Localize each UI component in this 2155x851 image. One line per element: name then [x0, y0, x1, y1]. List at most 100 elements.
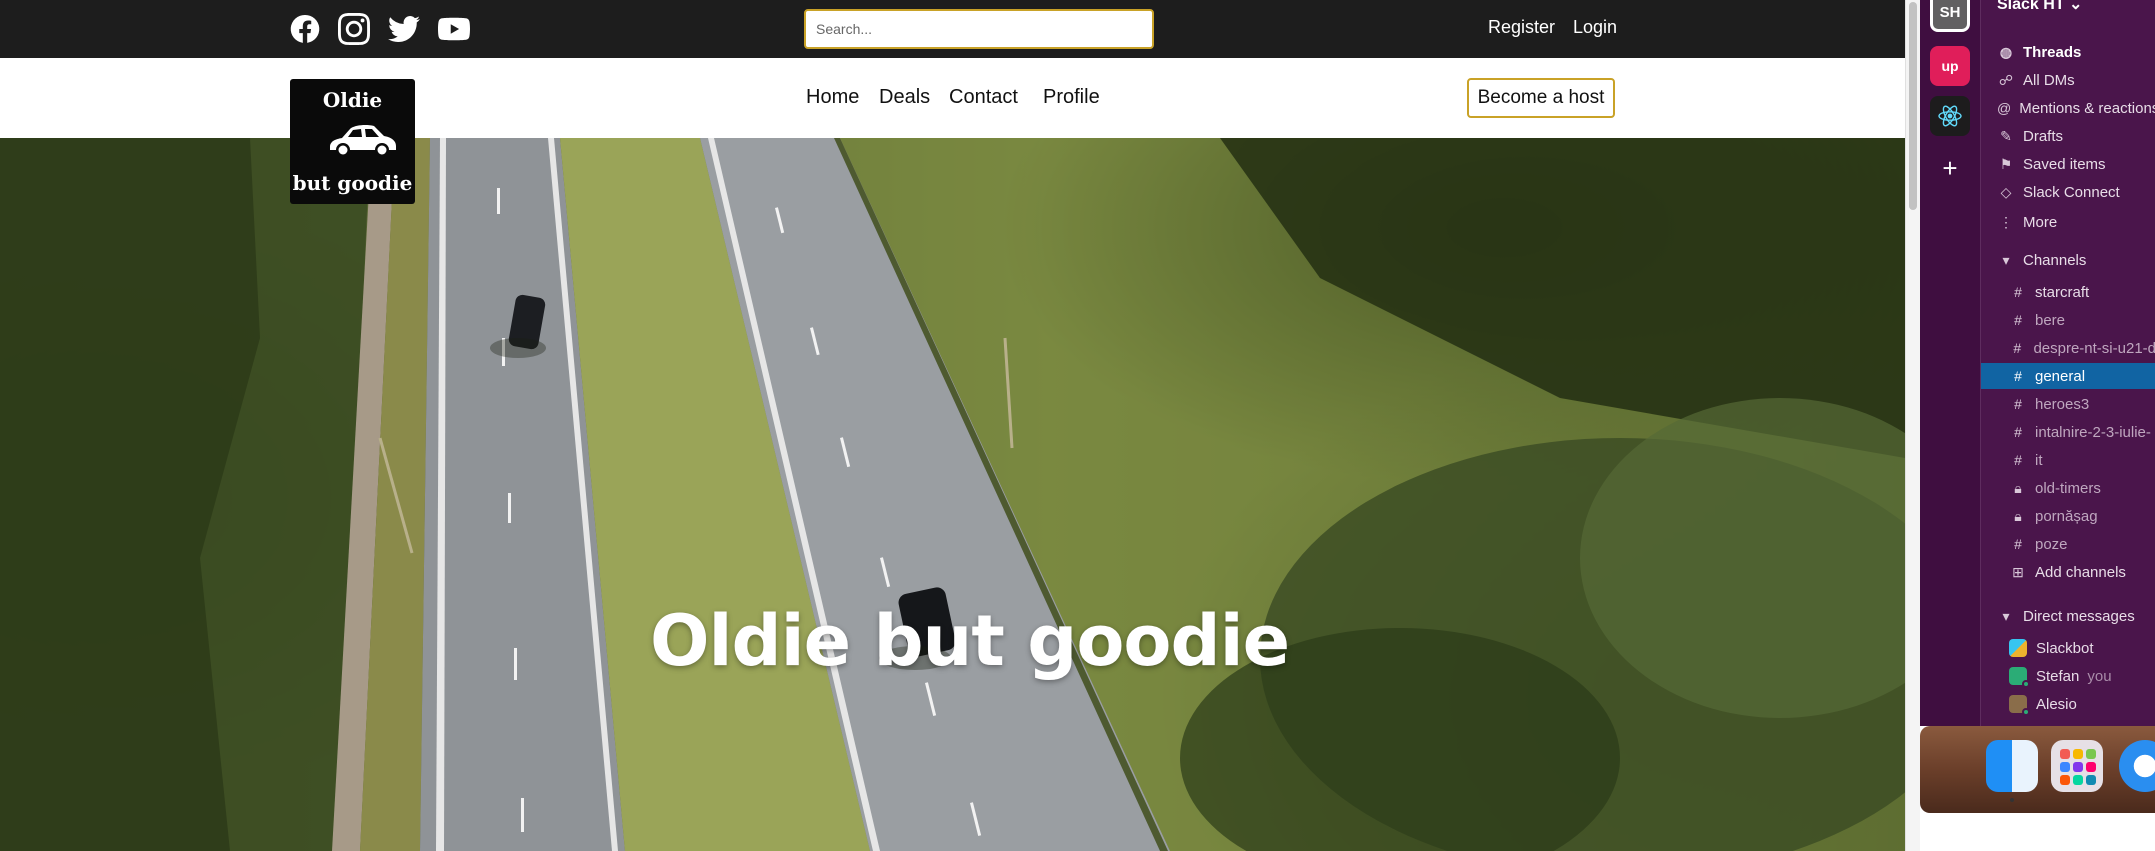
plus-icon: ⊞	[2012, 563, 2024, 580]
logo-line-1: Oldie	[322, 88, 383, 112]
channel-pornasag[interactable]: 🔒︎ pornășag	[1981, 503, 2155, 529]
workspace-react-button[interactable]	[1930, 96, 1970, 136]
nav-deals[interactable]: Deals	[879, 86, 930, 109]
channel-heroes3[interactable]: # heroes3	[1981, 391, 2155, 417]
screen: Register Login Oldie but goodie Home Dea…	[0, 0, 2155, 851]
channel-intalnire[interactable]: # intalnire-2-3-iulie-	[1981, 419, 2155, 445]
lock-icon: 🔒︎	[2014, 479, 2022, 496]
add-channels-label: Add channels	[2035, 563, 2126, 581]
dm-name: Stefan	[2036, 667, 2080, 685]
workspace-name-label: Slack HT	[1997, 0, 2065, 13]
sidebar-item-label: More	[2023, 213, 2058, 231]
dms-icon: ☍	[1998, 71, 2014, 88]
sidebar-item-label: Threads	[2023, 43, 2082, 61]
dm-stefan[interactable]: Stefan you	[1981, 663, 2155, 689]
sidebar-item-slack-connect[interactable]: ◇ Slack Connect	[1981, 179, 2155, 205]
channel-name: pornășag	[2035, 507, 2098, 525]
channel-name: general	[2035, 367, 2086, 385]
site-logo[interactable]: Oldie but goodie	[290, 79, 415, 204]
top-bar: Register Login	[0, 0, 1905, 58]
slack-sidebar: Slack HT ⌄ ◍ Threads ☍ All DMs @ Mentions &…	[1980, 0, 2155, 726]
drafts-icon: ✎	[2000, 127, 2012, 144]
hero-title: Oldie but goodie	[650, 600, 1290, 682]
sidebar-item-drafts[interactable]: ✎ Drafts	[1981, 123, 2155, 149]
sidebar-item-label: Saved items	[2023, 155, 2106, 173]
nav-profile[interactable]: Profile	[1043, 86, 1100, 109]
become-host-button[interactable]: Become a host	[1467, 78, 1615, 118]
workspace-up-button[interactable]: up	[1930, 46, 1970, 86]
add-workspace-button[interactable]: +	[1930, 148, 1970, 188]
hash-icon: #	[2014, 424, 2022, 440]
threads-icon: ◍	[1999, 43, 2013, 60]
channel-starcraft[interactable]: # starcraft	[1981, 279, 2155, 305]
sidebar-item-more[interactable]: ⋮ More	[1981, 209, 2155, 235]
macos-dock	[1920, 726, 2155, 813]
dm-slackbot[interactable]: Slackbot	[1981, 635, 2155, 661]
browser-scrollbar[interactable]	[1905, 0, 1920, 851]
you-label: you	[2087, 667, 2112, 685]
channel-it[interactable]: # it	[1981, 447, 2155, 473]
sidebar-item-threads[interactable]: ◍ Threads	[1981, 39, 2155, 65]
search-input[interactable]	[804, 9, 1154, 49]
channel-despre[interactable]: # despre-nt-si-u21-d	[1981, 335, 2155, 361]
react-icon	[1938, 105, 1962, 127]
running-indicator	[2010, 798, 2014, 802]
channel-name: starcraft	[2035, 283, 2090, 301]
hash-icon: #	[2014, 536, 2022, 552]
section-label: Direct messages	[2023, 607, 2135, 625]
online-status-dot	[2022, 708, 2030, 716]
desktop-strip	[1920, 813, 2155, 851]
sidebar-item-all-dms[interactable]: ☍ All DMs	[1981, 67, 2155, 93]
online-status-dot	[2022, 680, 2030, 688]
workspace-up-label: up	[1941, 58, 1959, 74]
lock-icon: 🔒︎	[2014, 507, 2022, 524]
scrollbar-thumb[interactable]	[1909, 2, 1917, 210]
caret-down-icon: ▾	[2002, 607, 2010, 624]
dm-name: Slackbot	[2036, 639, 2094, 657]
hero-background-image	[0, 138, 1905, 851]
channels-section-header[interactable]: ▾ Channels	[1981, 247, 2155, 273]
facebook-icon[interactable]	[288, 12, 322, 46]
logo-line-2: but goodie	[292, 171, 413, 195]
workspace-sh-button[interactable]: SH	[1930, 0, 1970, 32]
dm-alesio[interactable]: Alesio	[1981, 691, 2155, 717]
channel-name: bere	[2035, 311, 2066, 329]
add-channels-button[interactable]: ⊞ Add channels	[1981, 559, 2155, 585]
website-viewport: Register Login Oldie but goodie Home Dea…	[0, 0, 1905, 851]
hash-icon: #	[2014, 312, 2022, 328]
mentions-icon: @	[1997, 100, 2012, 116]
sidebar-item-label: Mentions & reactions	[2019, 99, 2155, 117]
more-icon: ⋮	[1999, 213, 2013, 230]
avatar	[2009, 695, 2030, 716]
launchpad-icon[interactable]	[2051, 740, 2103, 792]
nav-home[interactable]: Home	[806, 86, 859, 109]
channel-name: heroes3	[2035, 395, 2090, 413]
youtube-icon[interactable]	[437, 12, 471, 46]
channel-bere[interactable]: # bere	[1981, 307, 2155, 333]
channel-name: poze	[2035, 535, 2068, 553]
channel-name: it	[2035, 451, 2043, 469]
hash-icon: #	[2014, 284, 2022, 300]
sidebar-item-label: All DMs	[2023, 71, 2075, 89]
sidebar-item-mentions[interactable]: @ Mentions & reactions	[1981, 95, 2155, 121]
dm-section-header[interactable]: ▾ Direct messages	[1981, 603, 2155, 629]
instagram-icon[interactable]	[337, 12, 371, 46]
register-link[interactable]: Register	[1488, 17, 1555, 38]
twitter-icon[interactable]	[387, 12, 421, 46]
section-label: Channels	[2023, 251, 2087, 269]
channel-general[interactable]: # general	[1981, 363, 2155, 389]
safari-icon[interactable]	[2119, 740, 2155, 792]
caret-down-icon: ▾	[2002, 251, 2010, 268]
channel-old-timers[interactable]: 🔒︎ old-timers	[1981, 475, 2155, 501]
nav-contact[interactable]: Contact	[949, 86, 1018, 109]
hero-section: Oldie but goodie	[0, 138, 1905, 851]
bookmark-icon: ⚑	[1999, 155, 2013, 172]
sidebar-item-saved[interactable]: ⚑ Saved items	[1981, 151, 2155, 177]
chevron-down-icon: ⌄	[2069, 0, 2083, 13]
hash-icon: #	[2013, 340, 2022, 356]
channel-poze[interactable]: # poze	[1981, 531, 2155, 557]
finder-icon[interactable]	[1986, 740, 2038, 792]
login-link[interactable]: Login	[1573, 17, 1617, 38]
car-icon	[330, 125, 396, 157]
workspace-name[interactable]: Slack HT ⌄	[1997, 0, 2082, 14]
